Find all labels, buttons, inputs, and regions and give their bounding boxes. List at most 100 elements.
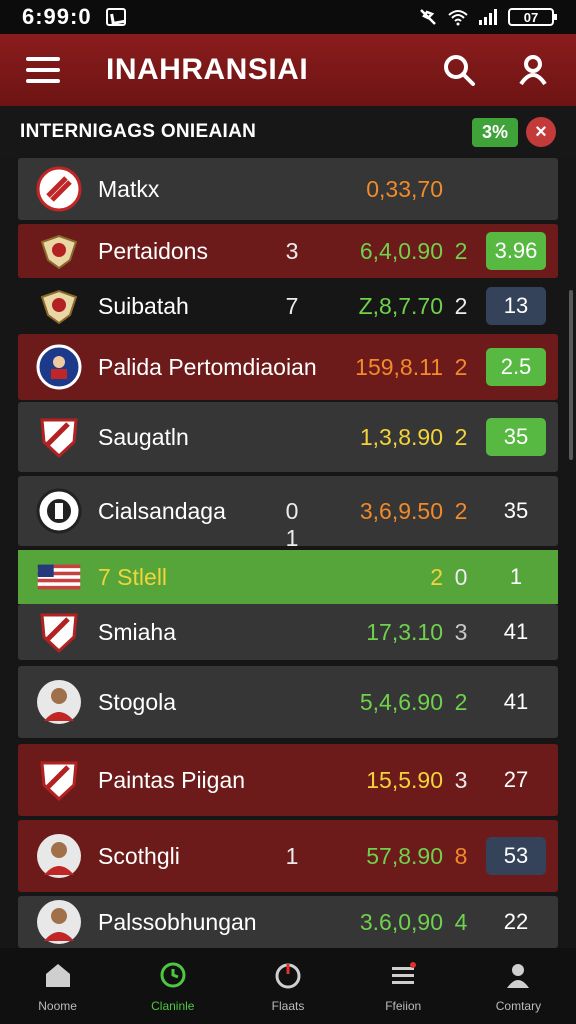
team-name: Palida Pertomdiaoian <box>98 353 317 380</box>
rank-value: 8 <box>454 842 468 869</box>
profile-icon[interactable] <box>516 53 550 87</box>
player-photo-icon <box>36 899 82 945</box>
odds-value: 17,3.10 <box>366 618 443 645</box>
odds-pill[interactable]: 13 <box>486 287 546 325</box>
nav-label: Noome <box>38 998 77 1013</box>
odds-value: 159,8.11 <box>355 353 443 380</box>
odds-value: 6,4,0.90 <box>359 237 443 264</box>
odds-pill[interactable]: 53 <box>486 837 546 875</box>
nav-item[interactable]: Noome <box>0 948 115 1024</box>
bottom-nav: Noome Claninle Flaats Ffeiion Comtary <box>0 948 576 1024</box>
nav-label: Flaats <box>271 998 305 1013</box>
odds-pill[interactable] <box>486 170 546 208</box>
search-icon[interactable] <box>442 53 476 87</box>
score-value: 1 <box>285 842 299 869</box>
status-icons: 07 <box>418 8 557 26</box>
nav-label: Claninle <box>151 998 195 1013</box>
odds-pill[interactable]: 35 <box>486 418 546 456</box>
team-name: Palssobhungan <box>98 908 257 935</box>
rank-value: 4 <box>454 908 468 935</box>
list-menu-icon <box>388 960 418 995</box>
team-name: Matkx <box>98 175 160 202</box>
rank-value: 3 <box>454 618 468 645</box>
nav-item[interactable]: Claninle <box>115 948 230 1024</box>
match-row[interactable]: Saugatln 1,3,8.90 2 35 <box>18 402 558 472</box>
app-bar: INAHRANSIAI <box>0 34 576 106</box>
odds-pill[interactable]: 1 <box>486 558 546 596</box>
match-row[interactable]: Cialsandaga 0 1 3,6,9.50 2 35 <box>18 476 558 551</box>
nav-item[interactable]: Ffeiion <box>346 948 461 1024</box>
match-row[interactable]: Suibatah 7 Z,8,7.70 2 13 <box>18 280 558 332</box>
match-row[interactable]: Stogola 5,4,6.90 2 41 <box>18 666 558 738</box>
match-row[interactable]: Pertaidons 3 6,4,0.90 2 3.96 <box>18 224 558 278</box>
flag-icon <box>36 554 82 600</box>
section-header: INTERNIGAGS ONIEAIAN 3% × <box>0 106 576 158</box>
player-badge-icon <box>36 344 82 390</box>
team-name: Paintas Piigan <box>98 766 246 793</box>
signal-icon <box>479 9 497 25</box>
odds-pill[interactable]: 41 <box>486 683 546 721</box>
odds-value: Z,8,7.70 <box>358 292 443 319</box>
striped-crest-icon <box>36 166 82 212</box>
shield-crest-icon <box>36 414 82 460</box>
team-name: Smiaha <box>98 618 176 645</box>
nav-label: Ffeiion <box>385 998 422 1013</box>
odds-pill[interactable]: 3.96 <box>486 232 546 270</box>
odds-value: 3,6,9.50 <box>359 497 443 524</box>
home-icon <box>43 960 73 995</box>
rank-value: 2 <box>454 423 468 450</box>
odds-value: 3.6,0,90 <box>359 908 443 935</box>
status-bar: 6:99:0 07 <box>0 0 576 34</box>
match-row[interactable]: Paintas Piigan 15,5.90 3 27 <box>18 744 558 816</box>
rank-value: 2 <box>454 688 468 715</box>
match-row[interactable]: Scothgli 1 57,8.90 8 53 <box>18 820 558 892</box>
match-row[interactable]: Palssobhungan 3.6,0,90 4 22 <box>18 896 558 948</box>
profile-icon <box>503 960 533 995</box>
section-title: INTERNIGAGS ONIEAIAN <box>20 121 257 142</box>
team-name: Saugatln <box>98 423 189 450</box>
shield-crest-icon <box>36 757 82 803</box>
team-name: Scothgli <box>98 842 180 869</box>
team-name: 7 Stlell <box>98 563 168 590</box>
nav-item[interactable]: Flaats <box>230 948 345 1024</box>
odds-value: 1,3,8.90 <box>359 423 443 450</box>
rank-value: 0 <box>454 563 468 590</box>
score-value: 7 <box>285 292 299 319</box>
match-row[interactable]: 7 Stlell 2 0 1 <box>18 550 558 604</box>
match-row[interactable]: Matkx 0,33,70 <box>18 158 558 220</box>
rank-value: 2 <box>454 292 468 319</box>
odds-value: 2 <box>430 563 443 590</box>
scrollbar[interactable] <box>569 290 573 460</box>
odds-pill[interactable]: 41 <box>486 613 546 651</box>
app-title: INAHRANSIAI <box>106 53 309 86</box>
menu-icon[interactable] <box>26 57 60 83</box>
shield-crest-icon <box>36 609 82 655</box>
team-name: Stogola <box>98 688 177 715</box>
close-button[interactable]: × <box>526 117 556 147</box>
team-name: Suibatah <box>98 292 189 319</box>
nav-item[interactable]: Comtary <box>461 948 576 1024</box>
odds-value: 57,8.90 <box>366 842 443 869</box>
odds-value: 5,4,6.90 <box>359 688 443 715</box>
match-row[interactable]: Palida Pertomdiaoian 159,8.11 2 2.5 <box>18 334 558 400</box>
wifi-icon <box>448 10 468 26</box>
odds-pill[interactable]: 2.5 <box>486 348 546 386</box>
score-value: 3 <box>285 237 299 264</box>
odds-value: 0,33,70 <box>366 175 443 202</box>
odds-pill[interactable]: 27 <box>486 761 546 799</box>
player-photo-icon <box>36 833 82 879</box>
odds-pill[interactable]: 35 <box>486 492 546 530</box>
mute-icon <box>420 9 436 25</box>
wing-crest-icon <box>36 283 82 329</box>
battery-icon: 07 <box>508 8 557 26</box>
rank-value: 3 <box>454 766 468 793</box>
match-row[interactable]: Smiaha 17,3.10 3 41 <box>18 604 558 660</box>
odds-value: 15,5.90 <box>366 766 443 793</box>
nav-label: Comtary <box>495 998 542 1013</box>
score-value: 0 1 <box>285 497 299 551</box>
power-timer-icon <box>273 960 303 995</box>
section-badge[interactable]: 3% <box>471 117 518 147</box>
rank-value: 2 <box>454 497 468 524</box>
wing-crest-icon <box>36 228 82 274</box>
odds-pill[interactable]: 22 <box>486 903 546 941</box>
